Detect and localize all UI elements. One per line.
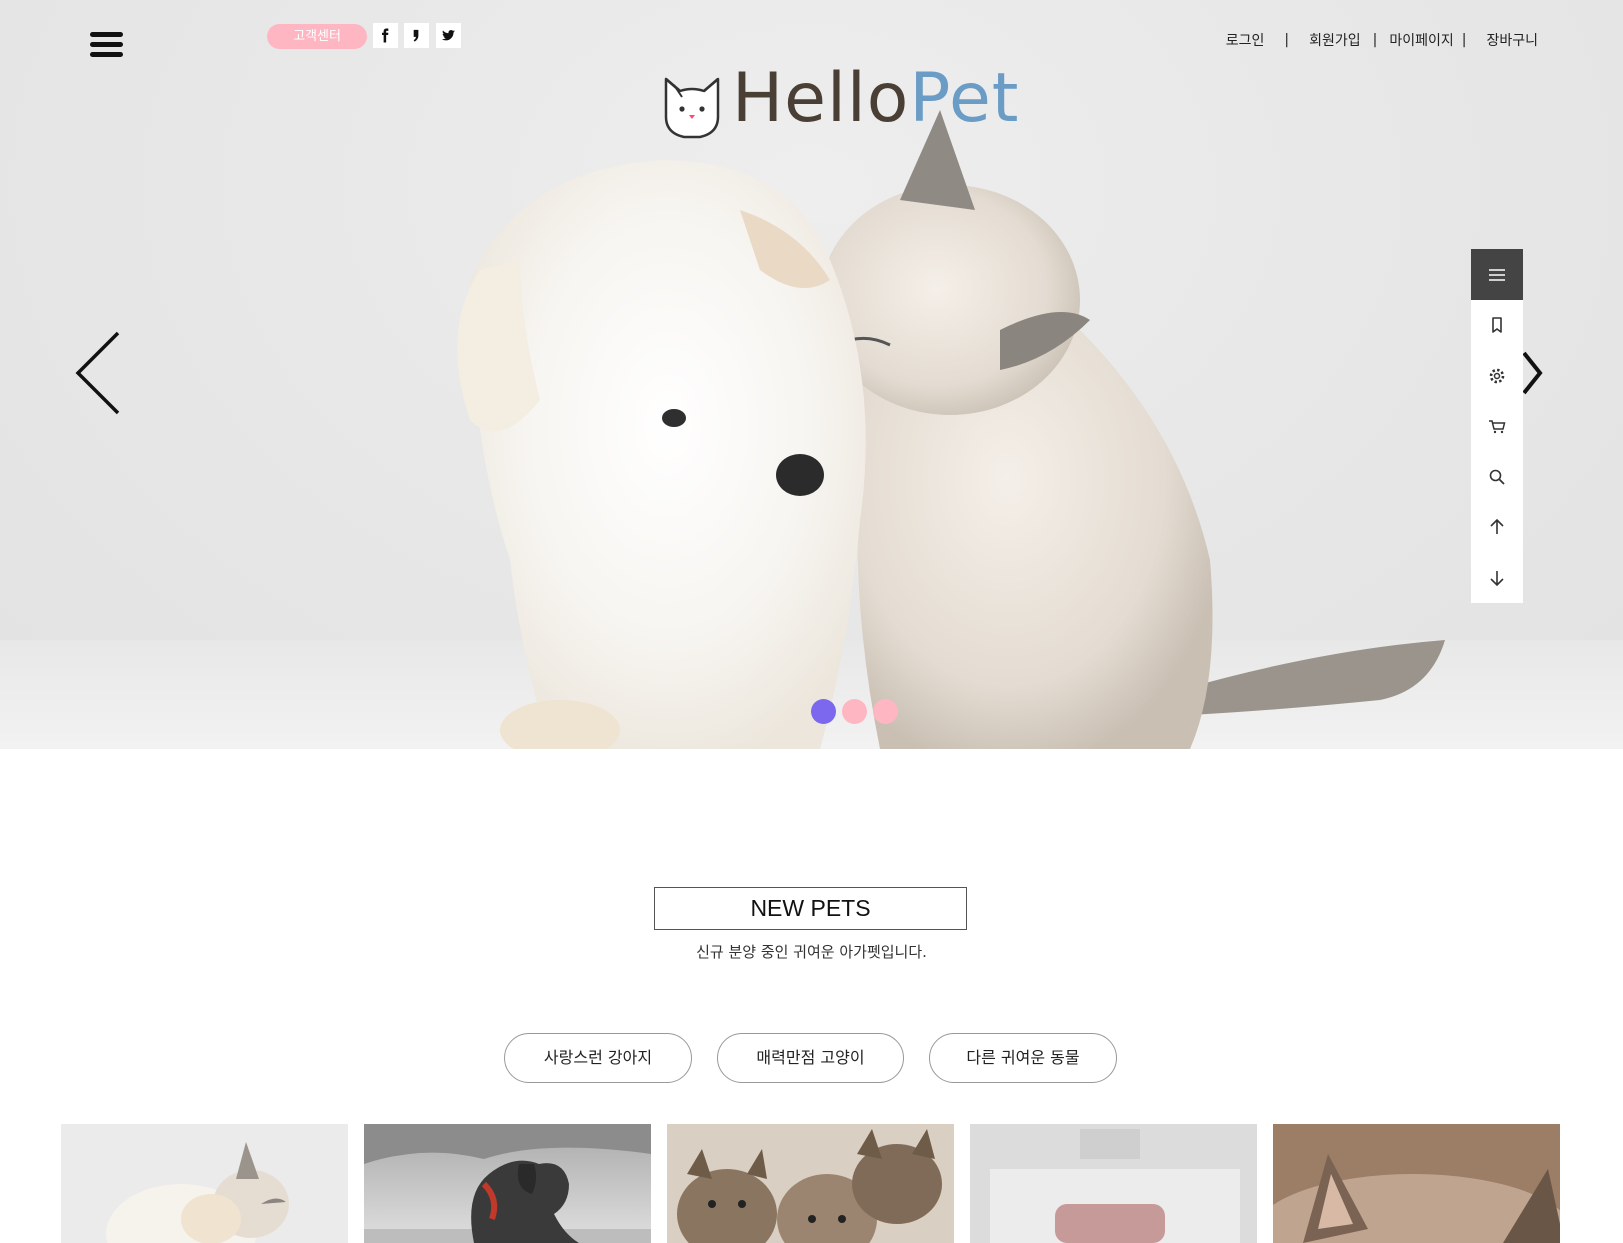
category-other-button[interactable]: 다른 귀여운 동물 xyxy=(929,1033,1117,1083)
quick-menu xyxy=(1471,249,1523,603)
separator: | xyxy=(1372,32,1378,48)
logo-hello-text: Hello xyxy=(732,59,910,138)
arrow-down-icon[interactable] xyxy=(1471,553,1523,604)
category-cats-button[interactable]: 매력만점 고양이 xyxy=(717,1033,904,1083)
cart-icon[interactable] xyxy=(1471,401,1523,452)
settings-icon[interactable] xyxy=(1471,351,1523,402)
logo-pet-text: Pet xyxy=(909,59,1020,138)
separator: | xyxy=(1461,32,1467,48)
cat-logo-icon xyxy=(664,77,720,139)
facebook-icon[interactable] xyxy=(373,23,398,48)
cart-link[interactable]: 장바구니 xyxy=(1486,30,1538,50)
slider-dots xyxy=(811,699,898,724)
section-subtitle: 신규 분양 중인 귀여운 아가펫입니다. xyxy=(696,943,927,961)
menu-toggle-icon[interactable] xyxy=(90,30,126,60)
chevron-right-icon[interactable] xyxy=(1520,350,1544,396)
category-dogs-button[interactable]: 사랑스런 강아지 xyxy=(504,1033,692,1083)
slider-dot-3[interactable] xyxy=(873,699,898,724)
search-icon[interactable] xyxy=(1471,452,1523,503)
slider-dot-2[interactable] xyxy=(842,699,867,724)
section-title: NEW PETS xyxy=(654,887,967,930)
separator: | xyxy=(1284,32,1290,48)
slider-dot-1[interactable] xyxy=(811,699,836,724)
hero-slider: 고객센터 HelloPet 로그인 | 회원가입 | 마이페이지 | 장바구니 xyxy=(0,0,1623,749)
blog-icon[interactable] xyxy=(404,23,429,48)
menu-icon[interactable] xyxy=(1471,249,1523,300)
top-links: 로그인 | 회원가입 | 마이페이지 | 장바구니 xyxy=(1226,30,1538,50)
pet-thumbnail[interactable] xyxy=(1273,1124,1560,1243)
mypage-link[interactable]: 마이페이지 xyxy=(1389,30,1453,50)
customer-center-button[interactable]: 고객센터 xyxy=(267,24,367,49)
pet-thumbnail[interactable] xyxy=(364,1124,651,1243)
pet-thumbnail[interactable] xyxy=(667,1124,954,1243)
signup-link[interactable]: 회원가입 xyxy=(1309,30,1361,50)
logo[interactable]: HelloPet xyxy=(660,59,1018,140)
arrow-up-icon[interactable] xyxy=(1471,502,1523,553)
login-link[interactable]: 로그인 xyxy=(1226,30,1265,50)
pet-thumbnail[interactable] xyxy=(970,1124,1257,1243)
chevron-left-icon[interactable] xyxy=(72,330,124,416)
bookmark-icon[interactable] xyxy=(1471,300,1523,351)
pet-thumbnail[interactable] xyxy=(61,1124,348,1243)
twitter-icon[interactable] xyxy=(436,23,461,48)
